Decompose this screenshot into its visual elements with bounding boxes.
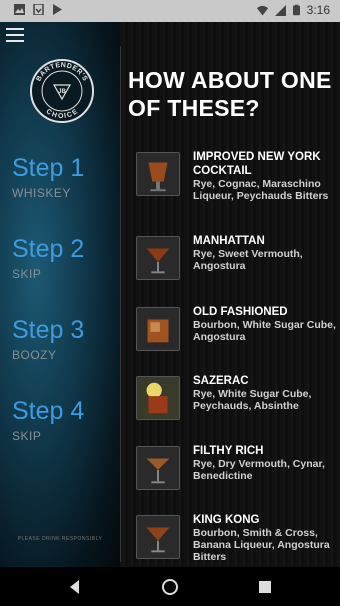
drink-item[interactable]: MANHATTAN Rye, Sweet Vermouth, Angostura <box>136 234 336 296</box>
divider <box>120 46 121 562</box>
drink-thumbnail <box>136 152 180 196</box>
drink-thumbnail <box>136 515 180 559</box>
app-content: BARTENDER'S CHOICE JB Step 1 WHISKEY Ste… <box>0 22 340 567</box>
step-4-value: SKIP <box>12 429 42 443</box>
drink-thumbnail <box>136 236 180 280</box>
drink-ingredients: Rye, White Sugar Cube, Peychauds, Absint… <box>193 388 312 412</box>
drink-ingredients: Bourbon, White Sugar Cube, Angostura <box>193 319 336 343</box>
drink-thumbnail <box>136 376 180 420</box>
status-time: 3:16 <box>306 3 330 17</box>
drink-name: IMPROVED NEW YORK COCKTAIL Rye, Cognac, … <box>193 150 336 202</box>
disclaimer: PLEASE DRINK RESPONSIBLY <box>17 536 103 542</box>
drink-item[interactable]: OLD FASHIONED Bourbon, White Sugar Cube,… <box>136 306 336 367</box>
drink-thumbnail <box>136 307 180 351</box>
step-3-value: BOOZY <box>12 348 57 362</box>
drink-ingredients: Rye, Dry Vermouth, Cynar, Benedictine <box>193 458 325 482</box>
signal-icon <box>274 4 286 16</box>
step-3[interactable]: Step 3 BOOZY <box>12 316 84 362</box>
sidebar: BARTENDER'S CHOICE JB Step 1 WHISKEY Ste… <box>0 22 120 567</box>
step-2-value: SKIP <box>12 267 42 281</box>
drink-name: SAZERAC Rye, White Sugar Cube, Peychauds… <box>193 374 336 412</box>
drink-item[interactable]: IMPROVED NEW YORK COCKTAIL Rye, Cognac, … <box>136 150 336 212</box>
step-4-title: Step 4 <box>12 397 85 425</box>
drink-thumbnail <box>136 446 180 490</box>
svg-text:JB: JB <box>58 89 66 95</box>
drink-ingredients: Bourbon, Smith & Cross, Banana Liqueur, … <box>193 527 330 563</box>
drink-ingredients: Rye, Sweet Vermouth, Angostura <box>193 248 303 272</box>
drink-name: FILTHY RICH Rye, Dry Vermouth, Cynar, Be… <box>193 444 336 482</box>
drink-item[interactable]: SAZERAC Rye, White Sugar Cube, Peychauds… <box>136 374 336 436</box>
step-1-value: WHISKEY <box>12 186 71 200</box>
step-4[interactable]: Step 4 SKIP <box>12 397 84 443</box>
page-title: HOW ABOUT ONE OF THESE? <box>128 67 332 121</box>
drink-ingredients: Rye, Cognac, Maraschino Liqueur, Peychau… <box>193 178 329 202</box>
navigation-bar <box>0 567 340 606</box>
image-notification-icon <box>14 4 25 15</box>
drink-item[interactable]: FILTHY RICH Rye, Dry Vermouth, Cynar, Be… <box>136 444 336 506</box>
step-1-title: Step 1 <box>12 154 85 182</box>
home-icon[interactable] <box>161 578 179 596</box>
menu-icon[interactable] <box>6 28 24 42</box>
status-bar: 3:16 <box>0 0 340 22</box>
wifi-icon <box>256 5 268 16</box>
drink-name: MANHATTAN Rye, Sweet Vermouth, Angostura <box>193 234 336 272</box>
step-2-title: Step 2 <box>12 235 85 263</box>
back-icon[interactable] <box>66 578 84 596</box>
bartenders-choice-logo: BARTENDER'S CHOICE JB <box>30 59 94 123</box>
battery-icon <box>292 4 300 16</box>
drink-name: OLD FASHIONED Bourbon, White Sugar Cube,… <box>193 306 336 343</box>
play-notification-icon <box>53 4 62 15</box>
download-notification-icon <box>33 4 44 15</box>
drink-name: KING KONG Bourbon, Smith & Cross, Banana… <box>193 513 336 563</box>
recents-icon[interactable] <box>256 578 274 596</box>
step-2[interactable]: Step 2 SKIP <box>12 235 84 281</box>
step-1[interactable]: Step 1 WHISKEY <box>12 154 84 200</box>
step-3-title: Step 3 <box>12 316 85 344</box>
drink-item[interactable]: KING KONG Bourbon, Smith & Cross, Banana… <box>136 513 336 575</box>
